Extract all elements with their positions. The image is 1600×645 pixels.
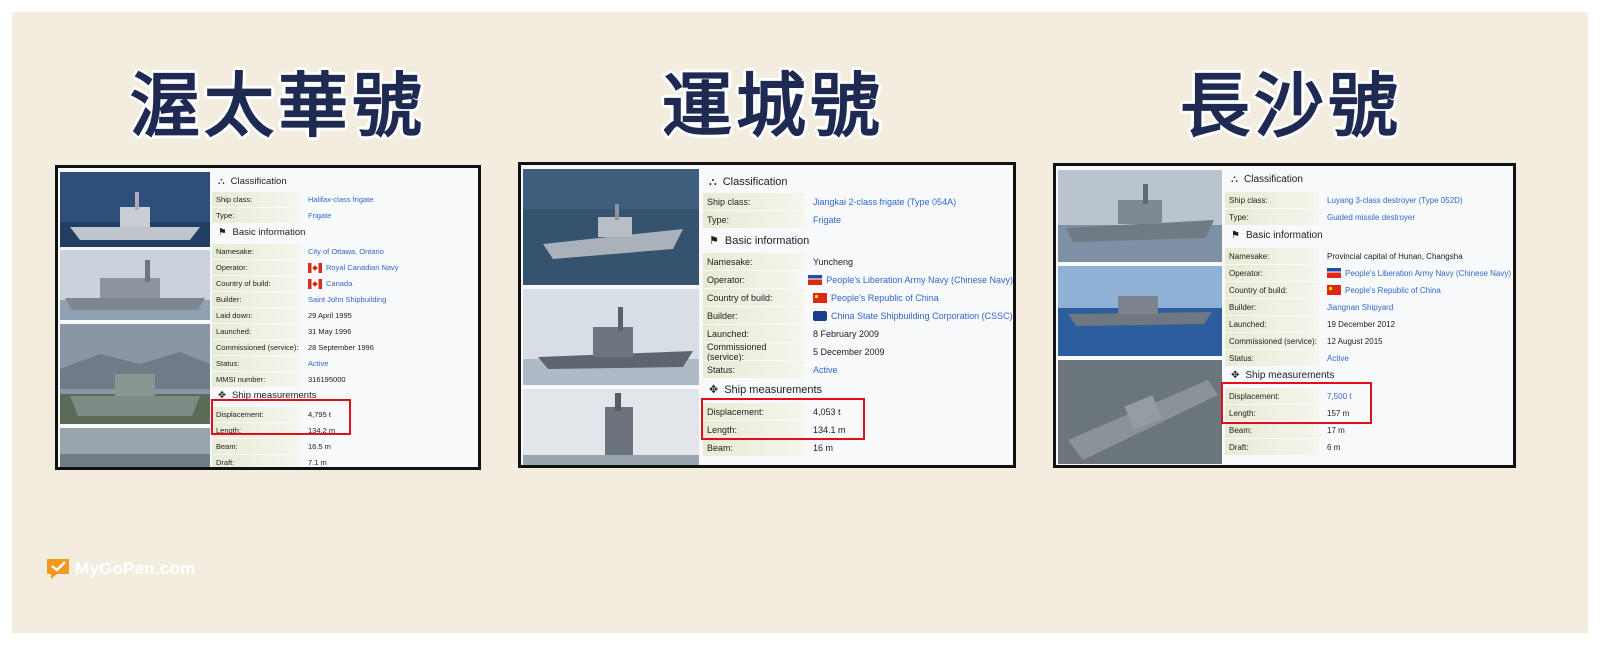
infobox-row: Launched: 31 May 1996 (212, 324, 478, 339)
section-header-classification: ⛬ Classification (1231, 174, 1303, 185)
hierarchy-icon: ⛬ (218, 176, 225, 187)
infobox-row: Beam: 16.5 m (212, 439, 478, 454)
infobox-row: Operator: People's Liberation Army Navy (… (703, 271, 1013, 288)
section-header-basic: ⚑ Basic information (1231, 230, 1323, 241)
ship-photo (523, 389, 699, 465)
move-icon: ✥ (1231, 370, 1240, 381)
section-header-measurements: ✥ Ship measurements (709, 383, 823, 396)
brand-logo: MyGoPen.com (45, 557, 195, 581)
china-flag-icon (813, 292, 827, 303)
section-header-basic: ⚑ Basic information (218, 227, 306, 238)
ship-photo (60, 250, 210, 320)
infobox-row: Ship class: Luyang 3-class destroyer (Typ… (1225, 192, 1513, 208)
ship-photo (60, 172, 210, 247)
canada-flag-icon (308, 278, 322, 289)
infobox-row: Builder: China State Shipbuilding Corpora… (703, 307, 1013, 324)
section-header-classification: ⛬ Classification (709, 175, 788, 188)
infobox-row: Operator: Royal Canadian Navy (212, 260, 478, 275)
ship-class-link[interactable]: Luyang 3-class destroyer (Type 052D) (1319, 196, 1463, 205)
highlight-box (701, 398, 865, 440)
infobox-row: Draft: 6 m (1225, 439, 1513, 455)
infobox-row: Type: Guided missile destroyer (1225, 209, 1513, 225)
type-link[interactable]: Frigate (805, 215, 841, 225)
infobox-row: Launched: 8 February 2009 (703, 325, 1013, 342)
hierarchy-icon: ⛬ (1231, 174, 1238, 185)
infobox-row: Commissioned (service): 12 August 2015 (1225, 333, 1513, 349)
infobox-row: Country of build: Canada (212, 276, 478, 291)
pla-navy-flag-icon (1327, 268, 1341, 278)
flag-icon: ⚑ (709, 234, 719, 247)
infobox-row: Commissioned (service): 28 September 1996 (212, 340, 478, 355)
ship-title-yuncheng: 運城號 (662, 65, 884, 147)
flag-icon: ⚑ (1231, 230, 1240, 241)
ship-photo (1058, 170, 1222, 262)
ship-photo (523, 289, 699, 385)
infobox-row: Ship class: Halifax-class frigate (212, 192, 478, 207)
brand-name: MyGoPen.com (75, 559, 196, 578)
highlight-box (211, 399, 351, 435)
canada-ensign-icon (308, 262, 322, 273)
infobox-row: Country of build: People's Republic of Ch… (1225, 282, 1513, 298)
infobox-row: Ship class: Jiangkai 2-class frigate (Typ… (703, 193, 1013, 210)
infobox-row: Type: Frigate (703, 211, 1013, 228)
country-link[interactable]: People's Republic of China (805, 292, 939, 303)
infobox-row: Operator: People's Liberation Army Navy (… (1225, 265, 1513, 281)
infobox-row: Beam: 16 m (703, 439, 1013, 456)
move-icon: ✥ (709, 383, 719, 396)
ship-photo (60, 428, 210, 467)
cssc-logo-icon (813, 310, 827, 321)
country-link[interactable]: Canada (300, 278, 352, 289)
infobox-row: Builder: Jiangnan Shipyard (1225, 299, 1513, 315)
type-link[interactable]: Frigate (300, 211, 331, 220)
infobox-row: MMSI number: 316195000 (212, 372, 478, 387)
infobox-row: Country of build: People's Republic of Ch… (703, 289, 1013, 306)
status-link[interactable]: Active (300, 359, 328, 368)
ship-title-changsha: 長沙號 (1180, 65, 1402, 147)
country-link[interactable]: People's Republic of China (1319, 285, 1441, 295)
operator-link[interactable]: Royal Canadian Navy (300, 262, 399, 273)
builder-link[interactable]: Saint John Shipbuilding (300, 295, 386, 304)
ship-title-ottawa: 渥太華號 (130, 65, 426, 147)
ship-photo (523, 169, 699, 285)
operator-link[interactable]: People's Liberation Army Navy (Chinese N… (1319, 268, 1511, 278)
status-link[interactable]: Active (805, 365, 838, 375)
ship-photo (60, 324, 210, 424)
flag-icon: ⚑ (218, 227, 227, 238)
ship-photo (1058, 266, 1222, 356)
status-link[interactable]: Active (1319, 354, 1349, 363)
builder-link[interactable]: Jiangnan Shipyard (1319, 303, 1393, 312)
ship-class-link[interactable]: Jiangkai 2-class frigate (Type 054A) (805, 197, 956, 207)
infobox-row: Laid down: 29 April 1995 (212, 308, 478, 323)
infobox-row: Beam: 17 m (1225, 422, 1513, 438)
infobox-row: Status: Active (212, 356, 478, 371)
builder-link[interactable]: China State Shipbuilding Corporation (CS… (805, 310, 1013, 321)
infobox-row: Status: Active (703, 361, 1013, 378)
mygopen-logo-icon (45, 557, 72, 581)
section-header-basic: ⚑ Basic information (709, 234, 810, 247)
highlight-box (1221, 382, 1372, 424)
section-header-measurements: ✥ Ship measurements (1231, 370, 1335, 381)
namesake-link[interactable]: City of Ottawa, Ontario (300, 247, 384, 256)
infobox-row: Draft: 7.1 m (212, 455, 478, 467)
infobox-row: Namesake: City of Ottawa, Ontario (212, 244, 478, 259)
infobox-row: Status: Active (1225, 350, 1513, 366)
china-flag-icon (1327, 285, 1341, 295)
infobox-row: Commissioned (service): 5 December 2009 (703, 342, 1013, 362)
operator-link[interactable]: People's Liberation Army Navy (Chinese N… (800, 274, 1013, 285)
infobox-row: Launched: 19 December 2012 (1225, 316, 1513, 332)
hierarchy-icon: ⛬ (709, 175, 717, 188)
type-link[interactable]: Guided missile destroyer (1319, 213, 1415, 222)
infobox-row: Namesake: Yuncheng (703, 253, 1013, 270)
pla-navy-flag-icon (808, 274, 823, 285)
infobox-row: Namesake: Provincial capital of Hunan, Ch… (1225, 248, 1513, 264)
infobox-row: Type: Frigate (212, 208, 478, 223)
ship-class-link[interactable]: Halifax-class frigate (300, 195, 373, 204)
infobox-row: Builder: Saint John Shipbuilding (212, 292, 478, 307)
ship-photo (1058, 360, 1222, 464)
section-header-classification: ⛬ Classification (218, 176, 287, 187)
